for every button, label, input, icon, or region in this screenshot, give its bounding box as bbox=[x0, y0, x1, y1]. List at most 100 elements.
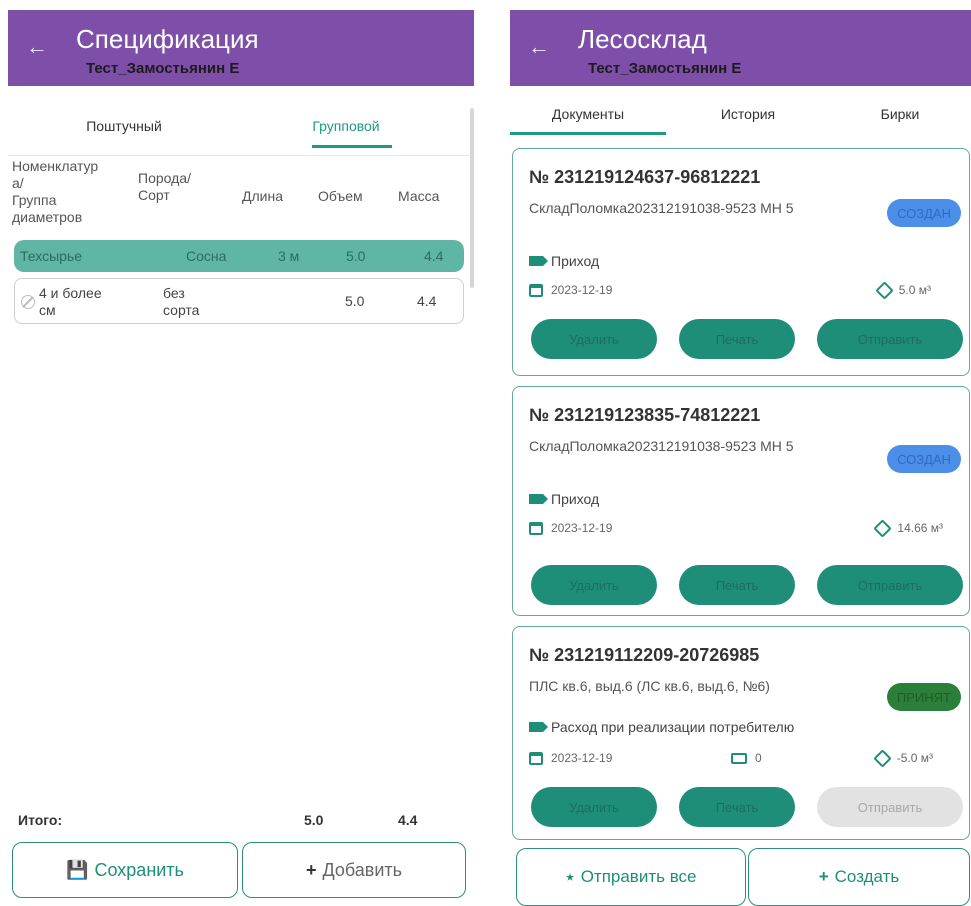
column-nomenclature: Номенклатур а/ Группа диаметров bbox=[12, 158, 98, 226]
tab-history[interactable]: История bbox=[688, 106, 808, 122]
document-card[interactable]: № 231219123835-74812221 СкладПоломка2023… bbox=[512, 386, 970, 616]
delete-button[interactable]: Удалить bbox=[531, 565, 657, 605]
column-nomenclature-line: Группа bbox=[12, 192, 57, 208]
document-type-label: Приход bbox=[551, 491, 600, 507]
tab-documents[interactable]: Документы bbox=[528, 106, 648, 122]
print-count-value: 0 bbox=[755, 751, 762, 765]
item-grade: без сорта bbox=[163, 285, 199, 319]
document-type: Расход при реализации потребителю bbox=[529, 719, 794, 735]
print-count: 0 bbox=[731, 751, 762, 765]
document-description: СкладПоломка202312191038-9523 МН 5 bbox=[529, 200, 794, 216]
group-row[interactable]: Техсырье Сосна 3 м 5.0 4.4 bbox=[14, 240, 464, 272]
print-button[interactable]: Печать bbox=[679, 319, 795, 359]
column-breed: Порода/ Сорт bbox=[138, 170, 191, 204]
cube-icon bbox=[873, 518, 893, 538]
scrollbar[interactable] bbox=[470, 108, 474, 288]
status-badge: СОЗДАН bbox=[887, 445, 961, 473]
document-number: № 231219123835-74812221 bbox=[529, 405, 761, 425]
document-type-label: Приход bbox=[551, 253, 600, 269]
label-tag-icon bbox=[529, 256, 548, 266]
tab-bar: Документы История Бирки bbox=[510, 96, 971, 138]
totals-volume: 5.0 bbox=[304, 812, 324, 828]
send-all-button[interactable]: ⭑ Отправить все bbox=[516, 848, 746, 906]
status-badge: ПРИНЯТ bbox=[886, 683, 961, 711]
document-date-value: 2023-12-19 bbox=[551, 521, 613, 535]
tab-group[interactable]: Групповой bbox=[296, 118, 396, 134]
add-button[interactable]: + Добавить bbox=[242, 842, 466, 898]
document-type: Приход bbox=[529, 491, 599, 507]
column-mass: Масса bbox=[398, 188, 440, 204]
page-subtitle: Тест_Замостьянин Е bbox=[588, 60, 742, 77]
printer-icon bbox=[731, 752, 747, 764]
column-volume: Объем bbox=[318, 188, 363, 204]
item-grade-line: без bbox=[163, 285, 185, 301]
calendar-icon bbox=[529, 283, 543, 297]
plus-icon: + bbox=[305, 859, 317, 880]
upload-icon: ⭑ bbox=[565, 867, 575, 886]
save-button-label: Сохранить bbox=[94, 859, 184, 880]
document-date: 2023-12-19 bbox=[529, 283, 612, 297]
column-breed-line: Порода/ bbox=[138, 170, 191, 186]
delete-button[interactable]: Удалить bbox=[531, 787, 657, 827]
document-date: 2023-12-19 bbox=[529, 751, 612, 765]
item-name-line: см bbox=[39, 302, 56, 318]
document-volume: 5.0 м³ bbox=[875, 280, 931, 300]
tab-piecewise[interactable]: Поштучный bbox=[64, 118, 184, 134]
document-volume-value: -5.0 м³ bbox=[896, 751, 933, 765]
table-row[interactable]: 4 и более см без сорта 5.0 4.4 bbox=[14, 278, 464, 324]
prohibited-icon bbox=[21, 295, 35, 309]
print-button[interactable]: Печать bbox=[679, 565, 795, 605]
page-title: Спецификация bbox=[76, 24, 259, 54]
document-volume-value: 5.0 м³ bbox=[898, 283, 931, 297]
group-row-breed: Сосна bbox=[186, 248, 227, 264]
send-button[interactable]: Отправить bbox=[817, 787, 963, 827]
back-arrow-icon[interactable]: ← bbox=[26, 36, 48, 58]
group-row-length: 3 м bbox=[278, 248, 300, 264]
document-date: 2023-12-19 bbox=[529, 521, 612, 535]
document-description: СкладПоломка202312191038-9523 МН 5 bbox=[529, 438, 794, 454]
document-type-label: Расход при реализации потребителю bbox=[551, 719, 795, 735]
page-subtitle: Тест_Замостьянин Е bbox=[86, 60, 240, 77]
delete-button[interactable]: Удалить bbox=[531, 319, 657, 359]
active-tab-indicator bbox=[312, 145, 392, 148]
label-tag-icon bbox=[529, 494, 548, 504]
calendar-icon bbox=[529, 751, 543, 765]
column-nomenclature-line: Номенклатур bbox=[12, 158, 99, 174]
group-row-mass: 4.4 bbox=[424, 248, 444, 264]
app-bar: ← Лесосклад Тест_Замостьянин Е bbox=[510, 10, 971, 86]
create-label: Создать bbox=[834, 867, 900, 886]
totals-label: Итого: bbox=[18, 812, 63, 828]
column-nomenclature-line: а/ bbox=[12, 175, 24, 191]
status-badge: СОЗДАН bbox=[887, 199, 961, 227]
group-row-name: Техсырье bbox=[20, 248, 83, 264]
item-mass: 4.4 bbox=[417, 293, 437, 309]
floppy-disk-icon: 💾 bbox=[66, 859, 89, 880]
back-arrow-icon[interactable]: ← bbox=[528, 36, 550, 58]
document-description: ПЛС кв.6, выд.6 (ЛС кв.6, выд.6, №6) bbox=[529, 678, 770, 694]
create-button[interactable]: + Создать bbox=[748, 848, 970, 906]
item-name: 4 и более см bbox=[39, 285, 102, 319]
group-row-volume: 5.0 bbox=[346, 248, 366, 264]
column-length: Длина bbox=[242, 188, 283, 204]
document-card[interactable]: № 231219112209-20726985 ПЛС кв.6, выд.6 … bbox=[512, 626, 970, 840]
document-type: Приход bbox=[529, 253, 599, 269]
document-card[interactable]: № 231219124637-96812221 СкладПоломка2023… bbox=[512, 148, 970, 376]
tab-tags[interactable]: Бирки bbox=[860, 106, 940, 122]
print-button[interactable]: Печать bbox=[679, 787, 795, 827]
table-header: Номенклатур а/ Группа диаметров Порода/ … bbox=[12, 158, 470, 236]
column-nomenclature-line: диаметров bbox=[12, 209, 83, 225]
calendar-icon bbox=[529, 521, 543, 535]
send-all-label: Отправить все bbox=[580, 867, 697, 886]
send-button[interactable]: Отправить bbox=[817, 319, 963, 359]
item-name-line: 4 и более bbox=[39, 285, 102, 301]
item-volume: 5.0 bbox=[345, 293, 365, 309]
add-button-label: Добавить bbox=[322, 859, 403, 880]
bottom-bar: ⭑ Отправить все + Создать bbox=[510, 840, 971, 906]
column-breed-line: Сорт bbox=[138, 187, 170, 203]
save-button[interactable]: 💾 Сохранить bbox=[12, 842, 238, 898]
document-date-value: 2023-12-19 bbox=[551, 283, 613, 297]
send-button[interactable]: Отправить bbox=[817, 565, 963, 605]
active-tab-indicator bbox=[510, 132, 666, 135]
document-volume: -5.0 м³ bbox=[873, 748, 933, 768]
tab-bar: Поштучный Групповой bbox=[8, 96, 474, 156]
